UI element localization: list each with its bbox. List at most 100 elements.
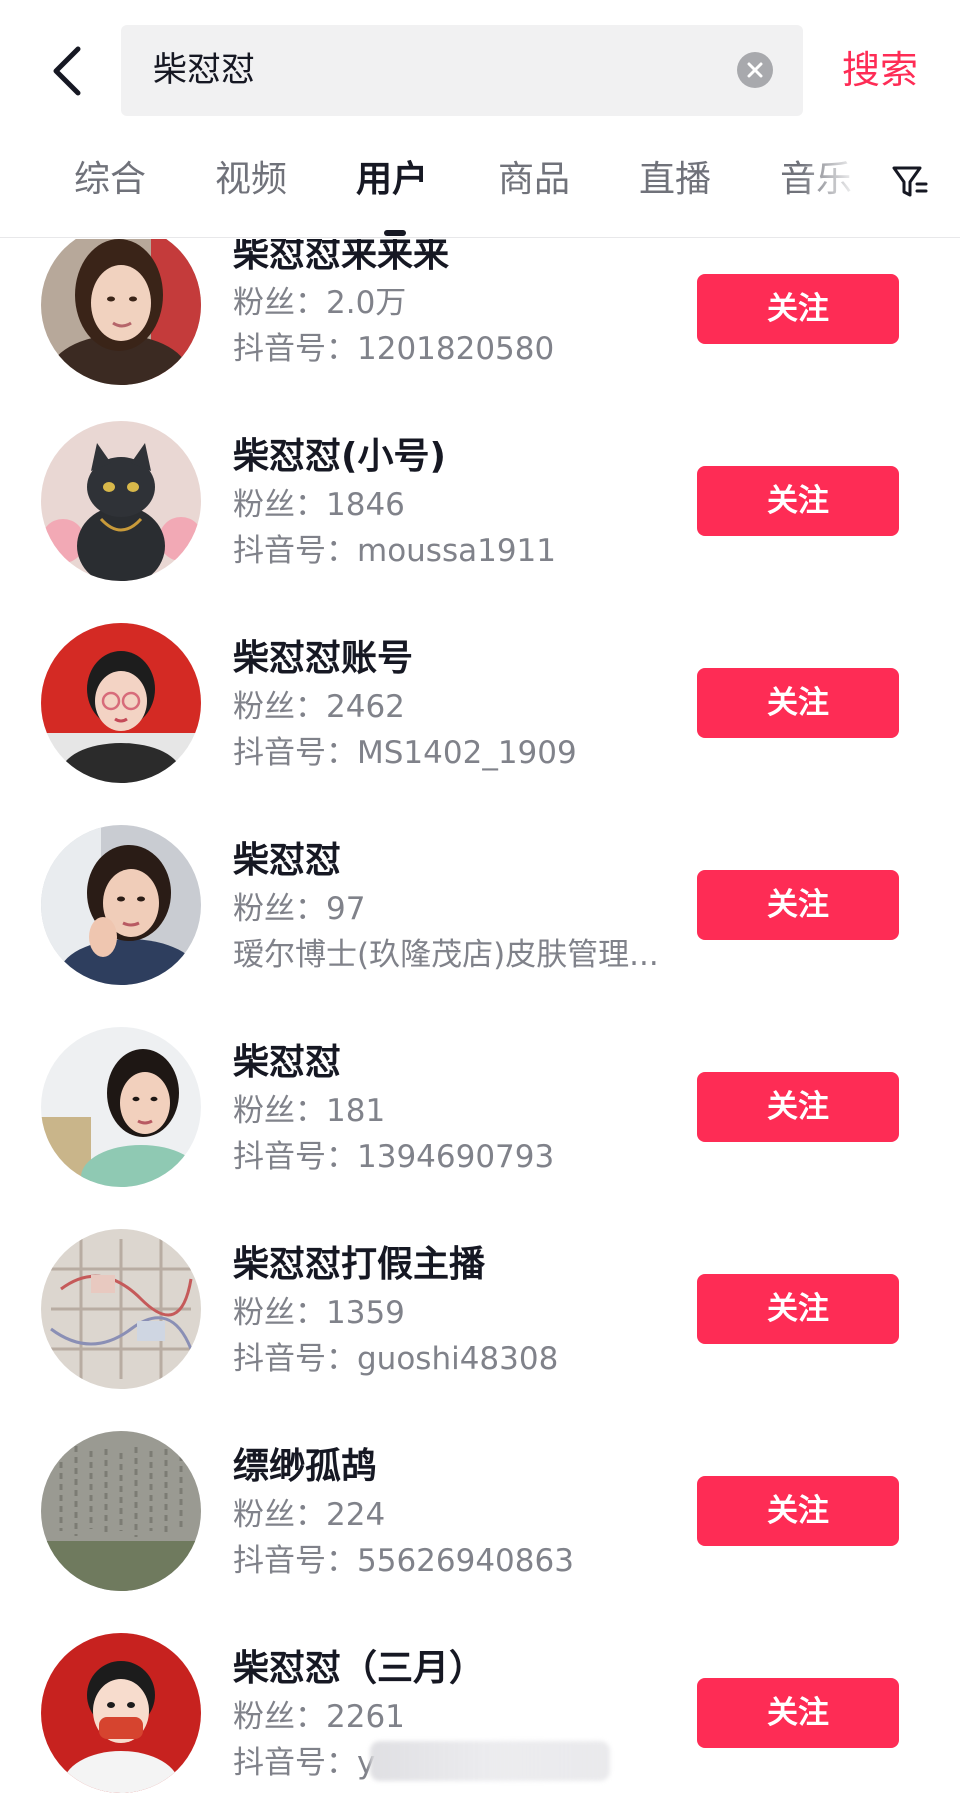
douyin-id-value: guoshi48308 xyxy=(357,1341,559,1377)
user-row[interactable]: 柴怼怼打假主播 粉丝：1359 抖音号：guoshi48308 关注 xyxy=(0,1229,960,1431)
douyin-id-value: moussa1911 xyxy=(357,533,557,569)
stone-inscription-image xyxy=(41,1431,201,1591)
fans-value: 97 xyxy=(326,891,366,927)
fans-value: 224 xyxy=(326,1497,386,1533)
douyin-id-label: 抖音号： xyxy=(233,1543,357,1579)
tabs-fade-overlay xyxy=(800,142,870,232)
cartoon-girl-flag-image xyxy=(41,623,201,783)
user-avatar[interactable] xyxy=(41,825,201,985)
user-avatar[interactable] xyxy=(41,1431,201,1591)
cartoon-boy-mask-image xyxy=(41,1633,201,1793)
watermark-blur xyxy=(370,1741,610,1781)
back-button[interactable] xyxy=(40,36,96,106)
douyin-id-value: 55626940863 xyxy=(357,1543,574,1579)
black-cat-image xyxy=(41,421,201,581)
woman-office-image xyxy=(41,1027,201,1187)
user-name: 柴怼怼 xyxy=(233,840,342,881)
user-avatar[interactable] xyxy=(41,239,201,385)
user-name: 柴怼怼（三月） xyxy=(233,1648,486,1689)
fans-count: 粉丝：181 xyxy=(233,1085,385,1130)
fans-count: 粉丝：2.0万 xyxy=(233,277,406,322)
douyin-id: 抖音号：MS1402_1909 xyxy=(233,727,577,772)
douyin-id-label: 抖音号： xyxy=(233,1745,357,1781)
close-icon xyxy=(747,62,763,78)
tab-users[interactable]: 用户 xyxy=(356,156,428,204)
tab-comprehensive[interactable]: 综合 xyxy=(74,156,146,204)
user-row[interactable]: 柴怼怼(小号) 粉丝：1846 抖音号：moussa1911 关注 xyxy=(0,421,960,623)
clear-search-button[interactable] xyxy=(737,52,773,88)
fans-count: 粉丝：1359 xyxy=(233,1287,405,1332)
fans-label: 粉丝： xyxy=(233,285,326,321)
user-row[interactable]: 柴怼怼 粉丝：97 瑷尔博士(玖隆茂店)皮肤管理... 关注 xyxy=(0,825,960,1027)
douyin-id-value: 1394690793 xyxy=(357,1139,555,1175)
douyin-id: 抖音号：moussa1911 xyxy=(233,525,556,570)
fans-count: 粉丝：224 xyxy=(233,1489,385,1534)
fans-value: 2462 xyxy=(326,689,405,725)
douyin-id: 抖音号：55626940863 xyxy=(233,1535,574,1580)
follow-button[interactable]: 关注 xyxy=(697,1476,899,1546)
follow-button[interactable]: 关注 xyxy=(697,1274,899,1344)
user-row[interactable]: 柴怼怼来来来 粉丝：2.0万 抖音号：1201820580 关注 xyxy=(0,239,960,421)
fans-label: 粉丝： xyxy=(233,689,326,725)
douyin-id-value: MS1402_1909 xyxy=(357,735,577,771)
follow-button[interactable]: 关注 xyxy=(697,1072,899,1142)
douyin-id: 抖音号：y xyxy=(233,1737,375,1782)
fans-value: 1846 xyxy=(326,487,405,523)
fans-count: 粉丝：97 xyxy=(233,883,365,928)
active-tab-indicator xyxy=(384,230,406,236)
search-query-text: 柴怼怼 xyxy=(153,50,255,90)
douyin-id: 抖音号：1201820580 xyxy=(233,323,554,368)
user-avatar[interactable] xyxy=(41,1027,201,1187)
chevron-left-icon xyxy=(53,46,81,96)
follow-button[interactable]: 关注 xyxy=(697,1678,899,1748)
user-name: 柴怼怼 xyxy=(233,1042,342,1083)
user-name: 柴怼怼(小号) xyxy=(233,436,446,477)
tab-products[interactable]: 商品 xyxy=(498,156,570,204)
user-avatar[interactable] xyxy=(41,1229,201,1389)
search-input[interactable]: 柴怼怼 xyxy=(121,25,803,116)
follow-button[interactable]: 关注 xyxy=(697,668,899,738)
fans-value: 2261 xyxy=(326,1699,405,1735)
fans-label: 粉丝： xyxy=(233,891,326,927)
tab-live[interactable]: 直播 xyxy=(639,156,711,204)
douyin-id-label: 抖音号： xyxy=(233,1341,357,1377)
fans-count: 粉丝：2462 xyxy=(233,681,405,726)
woman-portrait-image xyxy=(41,239,201,385)
user-name: 缥缈孤鸪 xyxy=(233,1446,378,1487)
user-row[interactable]: 缥缈孤鸪 粉丝：224 抖音号：55626940863 关注 xyxy=(0,1431,960,1633)
follow-button[interactable]: 关注 xyxy=(697,870,899,940)
user-name: 柴怼怼账号 xyxy=(233,638,414,679)
tab-videos[interactable]: 视频 xyxy=(215,156,287,204)
search-header: 柴怼怼 搜索 xyxy=(0,0,960,130)
douyin-id: 抖音号：guoshi48308 xyxy=(233,1333,558,1378)
user-avatar[interactable] xyxy=(41,421,201,581)
user-name: 柴怼怼来来来 xyxy=(233,239,450,275)
fans-label: 粉丝： xyxy=(233,1295,326,1331)
user-avatar[interactable] xyxy=(41,1633,201,1793)
user-result-list: 柴怼怼来来来 粉丝：2.0万 抖音号：1201820580 关注 柴怼怼(小号)… xyxy=(0,239,960,1814)
fans-value: 181 xyxy=(326,1093,386,1129)
fans-count: 粉丝：2261 xyxy=(233,1691,405,1736)
douyin-id-value: 1201820580 xyxy=(357,331,555,367)
fans-value: 1359 xyxy=(326,1295,405,1331)
user-row[interactable]: 柴怼怼 粉丝：181 抖音号：1394690793 关注 xyxy=(0,1027,960,1229)
douyin-id-label: 抖音号： xyxy=(233,1139,357,1175)
douyin-id-label: 抖音号： xyxy=(233,533,357,569)
fans-label: 粉丝： xyxy=(233,1497,326,1533)
follow-button[interactable]: 关注 xyxy=(697,466,899,536)
fans-label: 粉丝： xyxy=(233,1093,326,1129)
fans-label: 粉丝： xyxy=(233,487,326,523)
user-description: 瑷尔博士(玖隆茂店)皮肤管理... xyxy=(233,937,659,973)
follow-button[interactable]: 关注 xyxy=(697,274,899,344)
fans-value: 2.0万 xyxy=(326,285,407,321)
douyin-id-label: 抖音号： xyxy=(233,735,357,771)
user-row[interactable]: 柴怼怼（三月） 粉丝：2261 抖音号：y 关注 xyxy=(0,1633,960,1814)
douyin-id: 抖音号：1394690793 xyxy=(233,1131,554,1176)
user-row[interactable]: 柴怼怼账号 粉丝：2462 抖音号：MS1402_1909 关注 xyxy=(0,623,960,825)
fans-label: 粉丝： xyxy=(233,1699,326,1735)
woman-selfie-image xyxy=(41,825,201,985)
user-avatar[interactable] xyxy=(41,623,201,783)
filter-button[interactable] xyxy=(890,162,930,202)
search-button[interactable]: 搜索 xyxy=(842,40,918,100)
result-tabs: 综合 视频 用户 商品 直播 音乐 xyxy=(0,142,960,238)
